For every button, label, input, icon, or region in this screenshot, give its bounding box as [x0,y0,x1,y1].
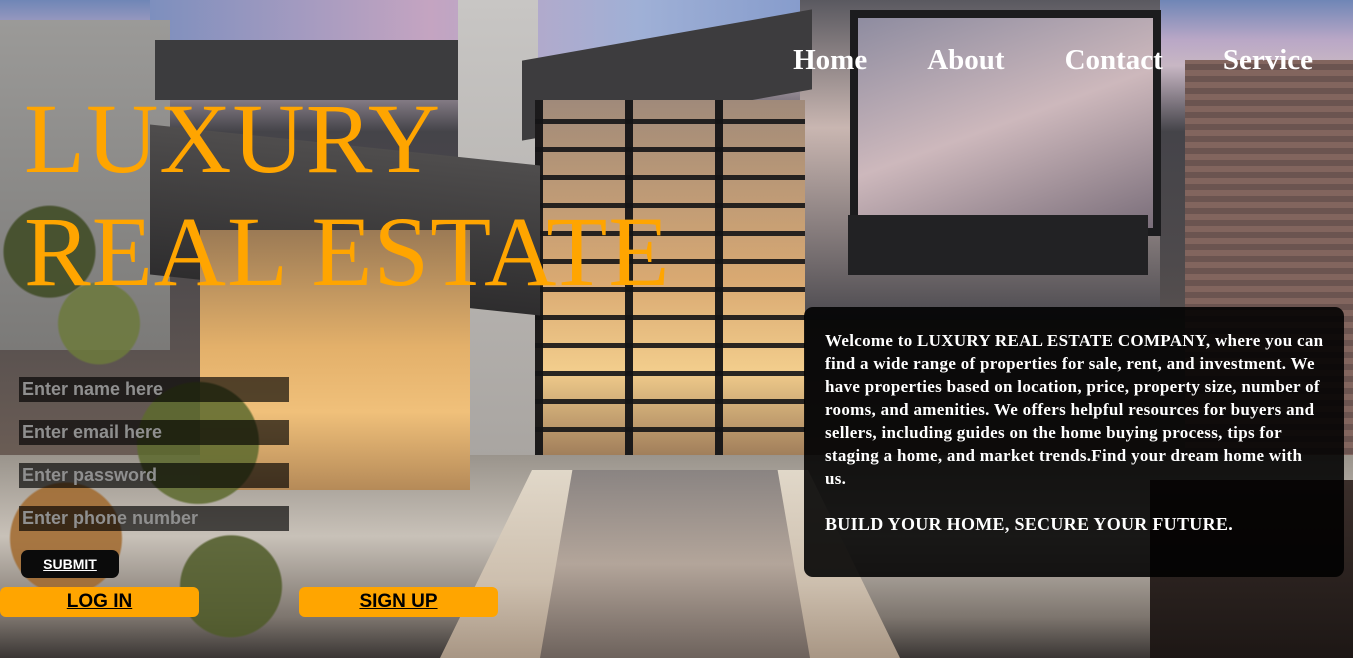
info-panel: Welcome to LUXURY REAL ESTATE COMPANY, w… [804,307,1344,577]
house-balcony [848,215,1148,275]
nav-about-link[interactable]: About [927,44,1004,76]
company-slogan: BUILD YOUR HOME, SECURE YOUR FUTURE. [825,514,1233,534]
password-input[interactable] [19,463,289,488]
phone-input[interactable] [19,506,289,531]
signup-form [19,377,289,549]
hero-title-line2: REAL ESTATE [24,196,671,307]
hero-title: LUXURY REAL ESTATE [24,82,670,308]
name-input[interactable] [19,377,289,402]
submit-button[interactable]: SUBMIT [21,550,119,578]
nav-home-link[interactable]: Home [793,44,867,76]
hero-title-line1: LUXURY [24,83,442,194]
login-button[interactable]: LOG IN [0,587,199,617]
email-input[interactable] [19,420,289,445]
main-nav: Home About Contact Service [793,44,1313,76]
reflecting-pool [540,470,810,658]
nav-contact-link[interactable]: Contact [1065,44,1163,76]
company-description: Welcome to LUXURY REAL ESTATE COMPANY, w… [825,331,1324,488]
nav-service-link[interactable]: Service [1223,44,1313,76]
signup-button[interactable]: SIGN UP [299,587,498,617]
